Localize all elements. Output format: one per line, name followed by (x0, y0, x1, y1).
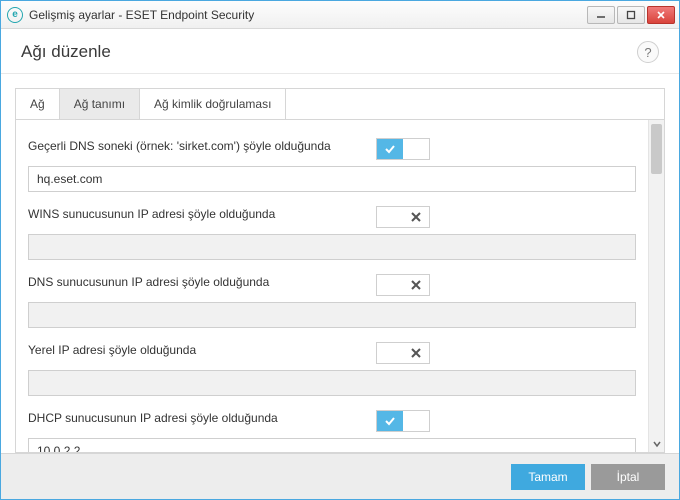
input-local-ip (28, 370, 636, 396)
titlebar: e Gelişmiş ayarlar - ESET Endpoint Secur… (1, 1, 679, 29)
label-dns-ip: DNS sunucusunun IP adresi şöyle olduğund… (28, 274, 376, 291)
scroll-down-icon[interactable] (649, 436, 664, 452)
row-local-ip: Yerel IP adresi şöyle olduğunda (28, 336, 636, 368)
window: e Gelişmiş ayarlar - ESET Endpoint Secur… (0, 0, 680, 500)
page-header: Ağı düzenle ? (1, 29, 679, 74)
label-wins-ip: WINS sunucusunun IP adresi şöyle olduğun… (28, 206, 376, 223)
window-title: Gelişmiş ayarlar - ESET Endpoint Securit… (29, 8, 587, 22)
row-dns-ip: DNS sunucusunun IP adresi şöyle olduğund… (28, 268, 636, 300)
toggle-wins-ip[interactable] (376, 206, 430, 228)
scroll-area: Geçerli DNS soneki (örnek: 'sirket.com')… (16, 120, 664, 452)
cancel-button[interactable]: İptal (591, 464, 665, 490)
footer: Tamam İptal (1, 453, 679, 499)
ok-button[interactable]: Tamam (511, 464, 585, 490)
close-button[interactable] (647, 6, 675, 24)
row-dhcp-ip: DHCP sunucusunun IP adresi şöyle olduğun… (28, 404, 636, 436)
maximize-button[interactable] (617, 6, 645, 24)
label-dns-suffix: Geçerli DNS soneki (örnek: 'sirket.com')… (28, 138, 376, 155)
tab-network-auth[interactable]: Ağ kimlik doğrulaması (140, 89, 286, 119)
scrollbar[interactable] (648, 120, 664, 452)
help-button[interactable]: ? (637, 41, 659, 63)
input-dns-ip (28, 302, 636, 328)
row-wins-ip: WINS sunucusunun IP adresi şöyle olduğun… (28, 200, 636, 232)
toggle-local-ip[interactable] (376, 342, 430, 364)
minimize-button[interactable] (587, 6, 615, 24)
label-dhcp-ip: DHCP sunucusunun IP adresi şöyle olduğun… (28, 410, 376, 427)
label-local-ip: Yerel IP adresi şöyle olduğunda (28, 342, 376, 359)
app-icon: e (7, 7, 23, 23)
scroll-thumb[interactable] (651, 124, 662, 174)
window-controls (587, 6, 675, 24)
input-dhcp-ip[interactable] (28, 438, 636, 452)
input-wins-ip (28, 234, 636, 260)
input-dns-suffix[interactable] (28, 166, 636, 192)
toggle-dns-suffix[interactable] (376, 138, 430, 160)
toggle-dns-ip[interactable] (376, 274, 430, 296)
tab-network[interactable]: Ağ (16, 89, 60, 119)
row-dns-suffix: Geçerli DNS soneki (örnek: 'sirket.com')… (28, 132, 636, 164)
toggle-dhcp-ip[interactable] (376, 410, 430, 432)
tabs: Ağ Ağ tanımı Ağ kimlik doğrulaması (16, 89, 664, 120)
main-panel: Ağ Ağ tanımı Ağ kimlik doğrulaması Geçer… (15, 88, 665, 453)
tab-network-definition[interactable]: Ağ tanımı (60, 89, 140, 119)
page-title: Ağı düzenle (21, 42, 637, 62)
